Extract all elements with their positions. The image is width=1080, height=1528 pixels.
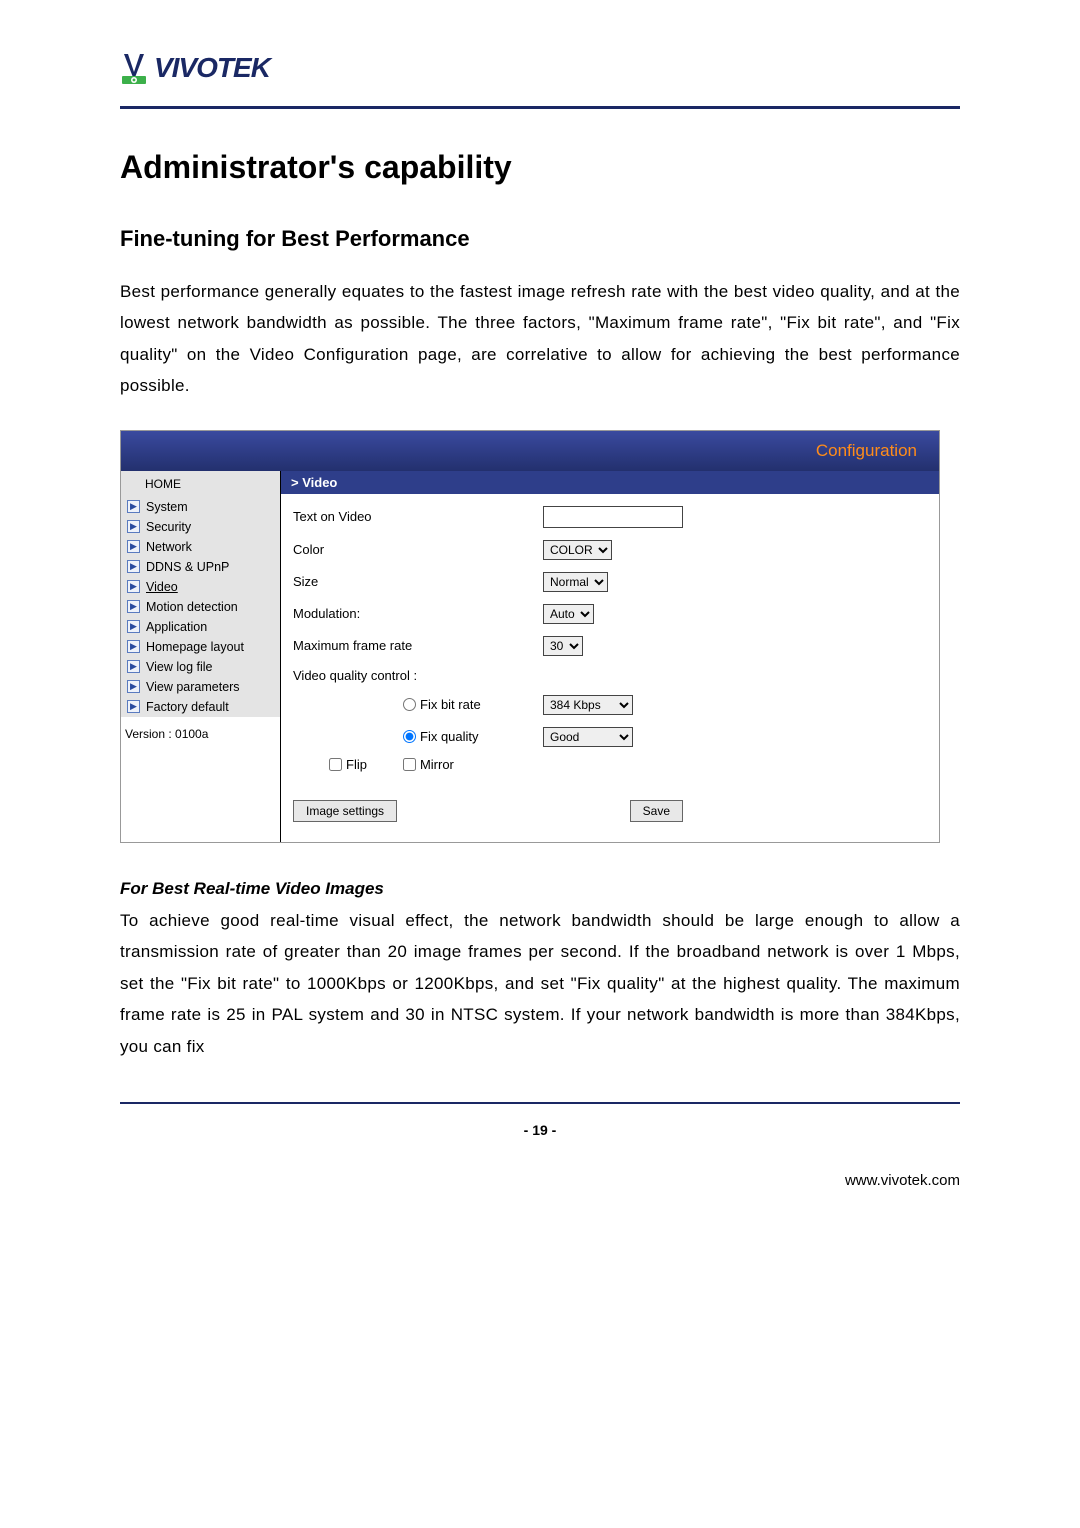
arrow-right-icon: ▶ bbox=[127, 700, 140, 713]
sidebar-item-network[interactable]: ▶ Network bbox=[121, 537, 280, 557]
sidebar-item-security[interactable]: ▶ Security bbox=[121, 517, 280, 537]
color-label: Color bbox=[293, 542, 543, 557]
mirror-checkbox[interactable]: Mirror bbox=[403, 757, 454, 772]
vqc-label: Video quality control : bbox=[293, 668, 543, 683]
flip-label: Flip bbox=[346, 757, 367, 772]
sidebar-item-homepage[interactable]: ▶ Homepage layout bbox=[121, 637, 280, 657]
sidebar-item-label: View parameters bbox=[146, 680, 240, 694]
body-paragraph-2: To achieve good real-time visual effect,… bbox=[120, 905, 960, 1062]
page-number: - 19 - bbox=[120, 1122, 960, 1138]
fix-bitrate-select[interactable]: 384 Kbps bbox=[543, 695, 633, 715]
sidebar-item-label: Video bbox=[146, 580, 178, 594]
logo: VIVOTEK bbox=[120, 50, 960, 86]
divider bbox=[120, 106, 960, 109]
sidebar-item-motion[interactable]: ▶ Motion detection bbox=[121, 597, 280, 617]
max-frame-label: Maximum frame rate bbox=[293, 638, 543, 653]
sidebar-item-label: Homepage layout bbox=[146, 640, 244, 654]
section-title: > Video bbox=[281, 471, 939, 494]
sidebar-item-label: Application bbox=[146, 620, 207, 634]
modulation-select[interactable]: Auto bbox=[543, 604, 594, 624]
mirror-label: Mirror bbox=[420, 757, 454, 772]
intro-paragraph: Best performance generally equates to th… bbox=[120, 276, 960, 402]
sidebar-item-factory[interactable]: ▶ Factory default bbox=[121, 697, 280, 717]
sidebar-item-video[interactable]: ▶ Video bbox=[121, 577, 280, 597]
modulation-label: Modulation: bbox=[293, 606, 543, 621]
size-label: Size bbox=[293, 574, 543, 589]
sidebar-item-application[interactable]: ▶ Application bbox=[121, 617, 280, 637]
fix-bitrate-radio[interactable]: Fix bit rate bbox=[293, 697, 543, 712]
configuration-panel: Configuration HOME ▶ System ▶ Security ▶… bbox=[120, 430, 940, 843]
sidebar-item-label: Motion detection bbox=[146, 600, 238, 614]
arrow-right-icon: ▶ bbox=[127, 680, 140, 693]
fix-quality-radio[interactable]: Fix quality bbox=[293, 729, 543, 744]
flip-checkbox[interactable]: Flip bbox=[329, 757, 367, 772]
subsection-heading: For Best Real-time Video Images bbox=[120, 879, 960, 899]
mirror-checkbox-input[interactable] bbox=[403, 758, 416, 771]
sidebar-item-label: View log file bbox=[146, 660, 212, 674]
footer-url: www.vivotek.com bbox=[120, 1172, 960, 1189]
logo-mark-icon bbox=[120, 50, 148, 86]
fix-quality-label: Fix quality bbox=[420, 729, 479, 744]
sidebar-item-viewlog[interactable]: ▶ View log file bbox=[121, 657, 280, 677]
fix-quality-radio-input[interactable] bbox=[403, 730, 416, 743]
version-label: Version : 0100a bbox=[121, 717, 280, 751]
save-button[interactable]: Save bbox=[630, 800, 683, 822]
arrow-right-icon: ▶ bbox=[127, 660, 140, 673]
logo-text: VIVOTEK bbox=[154, 52, 270, 84]
image-settings-button[interactable]: Image settings bbox=[293, 800, 397, 822]
sidebar-item-label: Security bbox=[146, 520, 191, 534]
sidebar: HOME ▶ System ▶ Security ▶ Network ▶ DDN… bbox=[121, 471, 281, 842]
arrow-right-icon: ▶ bbox=[127, 560, 140, 573]
arrow-right-icon: ▶ bbox=[127, 520, 140, 533]
page-heading: Administrator's capability bbox=[120, 149, 960, 186]
arrow-right-icon: ▶ bbox=[127, 640, 140, 653]
sidebar-item-system[interactable]: ▶ System bbox=[121, 497, 280, 517]
fix-quality-select[interactable]: Good bbox=[543, 727, 633, 747]
text-on-video-input[interactable] bbox=[543, 506, 683, 528]
arrow-right-icon: ▶ bbox=[127, 580, 140, 593]
sidebar-item-ddns[interactable]: ▶ DDNS & UPnP bbox=[121, 557, 280, 577]
flip-checkbox-input[interactable] bbox=[329, 758, 342, 771]
max-frame-select[interactable]: 30 bbox=[543, 636, 583, 656]
size-select[interactable]: Normal bbox=[543, 572, 608, 592]
arrow-right-icon: ▶ bbox=[127, 540, 140, 553]
fix-bitrate-radio-input[interactable] bbox=[403, 698, 416, 711]
section-heading: Fine-tuning for Best Performance bbox=[120, 226, 960, 252]
sidebar-item-label: Network bbox=[146, 540, 192, 554]
text-on-video-label: Text on Video bbox=[293, 509, 543, 524]
arrow-right-icon: ▶ bbox=[127, 500, 140, 513]
fix-bitrate-label: Fix bit rate bbox=[420, 697, 481, 712]
sidebar-item-label: Factory default bbox=[146, 700, 229, 714]
arrow-right-icon: ▶ bbox=[127, 600, 140, 613]
sidebar-item-label: DDNS & UPnP bbox=[146, 560, 229, 574]
divider bbox=[120, 1102, 960, 1104]
color-select[interactable]: COLOR bbox=[543, 540, 612, 560]
sidebar-item-viewparams[interactable]: ▶ View parameters bbox=[121, 677, 280, 697]
config-header: Configuration bbox=[121, 431, 939, 471]
sidebar-item-label: System bbox=[146, 500, 188, 514]
sidebar-home[interactable]: HOME bbox=[121, 471, 280, 497]
arrow-right-icon: ▶ bbox=[127, 620, 140, 633]
main-form-area: > Video Text on Video Color COLOR Size N… bbox=[281, 471, 939, 842]
